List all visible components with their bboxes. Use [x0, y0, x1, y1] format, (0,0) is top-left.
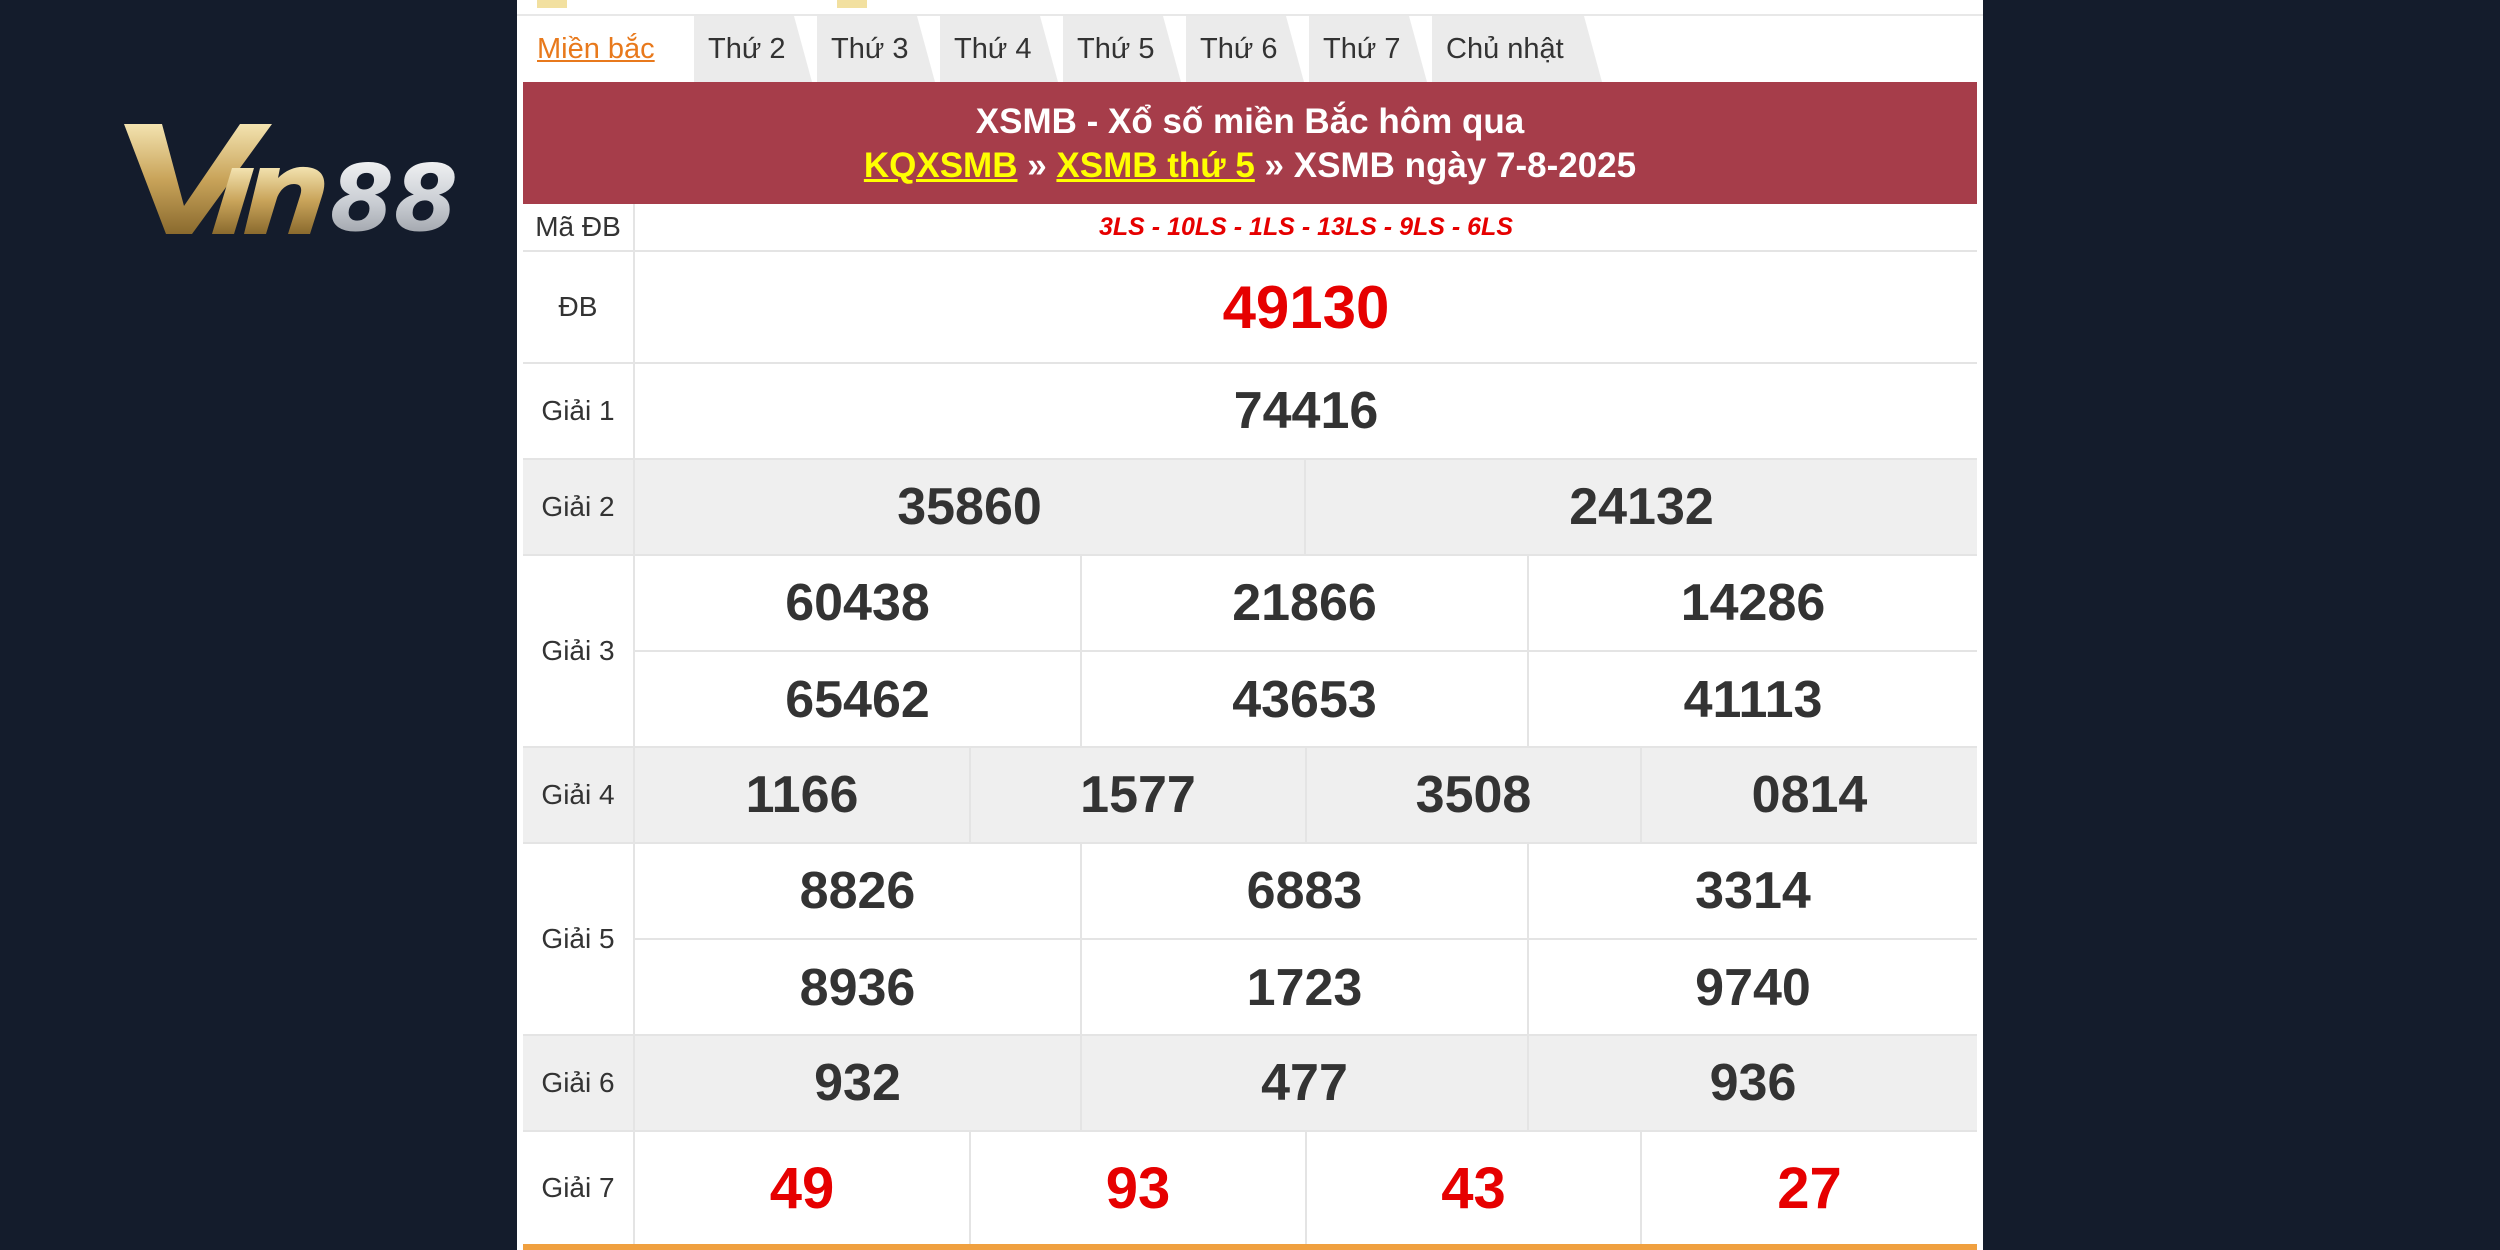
- prize-number: 35860: [635, 460, 1306, 554]
- row-giai-2: Giải 2 35860 24132: [523, 460, 1977, 556]
- prize-number: 932: [635, 1036, 1082, 1130]
- banner-date: XSMB ngày 7-8-2025: [1293, 146, 1637, 185]
- row-label: Giải 6: [523, 1036, 635, 1130]
- banner-title: XSMB - Xổ số miền Bắc hôm qua: [975, 102, 1525, 141]
- breadcrumb-separator: »: [1017, 146, 1057, 185]
- prize-number: 41113: [1683, 671, 1823, 729]
- link-xsmb-thu-5[interactable]: XSMB thứ 5: [1056, 146, 1254, 185]
- row-giai-6: Giải 6 932 477 936: [523, 1036, 1977, 1132]
- prize-number: 8826: [635, 844, 1082, 938]
- row-label: Giải 2: [523, 460, 635, 554]
- day-tabs: Miền bắc Thứ 2 Thứ 3 Thứ 4 Thứ 5 Thứ 6 T…: [523, 16, 1975, 82]
- prize-number: 1166: [635, 748, 971, 842]
- tab-thu-6[interactable]: Thứ 6: [1186, 16, 1304, 82]
- tab-thu-4[interactable]: Thứ 4: [940, 16, 1058, 82]
- prize-number: 49130: [1222, 273, 1390, 341]
- row-label: Giải 4: [523, 748, 635, 842]
- row-giai-3: Giải 3 60438 21866 14286 65462 43653 411…: [523, 556, 1977, 748]
- row-label: Giải 3: [523, 556, 635, 746]
- prize-number: 936: [1709, 1054, 1797, 1112]
- row-giai-4: Giải 4 1166 1577 3508 0814: [523, 748, 1977, 844]
- row-label: Giải 7: [523, 1132, 635, 1244]
- ma-db-value: 3LS - 10LS - 1LS - 13LS - 9LS - 6LS: [1099, 212, 1513, 241]
- tab-thu-2[interactable]: Thứ 2: [694, 16, 812, 82]
- row-giai-5: Giải 5 8826 6883 3314 8936 1723 9740: [523, 844, 1977, 1036]
- link-kqxsmb[interactable]: KQXSMB: [864, 146, 1018, 185]
- prize-number: 43: [1307, 1132, 1642, 1244]
- prize-number: 43653: [1082, 652, 1529, 748]
- prize-number: 24132: [1569, 478, 1714, 536]
- row-label: Mã ĐB: [523, 204, 635, 250]
- row-giai-7: Giải 7 49 93 43 27: [523, 1132, 1977, 1244]
- prize-number: 1723: [1082, 940, 1529, 1036]
- tab-thu-5[interactable]: Thứ 5: [1063, 16, 1181, 82]
- prize-number: 477: [1082, 1036, 1529, 1130]
- top-accent-mark: [537, 0, 567, 8]
- top-accent-mark: [837, 0, 867, 8]
- prize-number: 3314: [1695, 862, 1811, 920]
- prize-number: 3508: [1307, 748, 1642, 842]
- row-label: ĐB: [523, 252, 635, 362]
- prize-number: 1577: [971, 748, 1307, 842]
- result-header-banner: XSMB - Xổ số miền Bắc hôm qua KQXSMB » X…: [523, 82, 1977, 204]
- vin88-logo: 88: [124, 124, 458, 243]
- row-dac-biet: ĐB 49130: [523, 252, 1977, 364]
- prize-number: 14286: [1680, 574, 1826, 632]
- svg-text:88: 88: [330, 145, 458, 243]
- tab-thu-3[interactable]: Thứ 3: [817, 16, 935, 82]
- tab-mien-bac[interactable]: Miền bắc: [523, 16, 683, 82]
- bottom-accent-bar: [523, 1244, 1977, 1250]
- lottery-panel: Miền bắc Thứ 2 Thứ 3 Thứ 4 Thứ 5 Thứ 6 T…: [517, 0, 1983, 1250]
- row-label: Giải 5: [523, 844, 635, 1034]
- prize-number: 21866: [1082, 556, 1529, 650]
- prize-number: 60438: [635, 556, 1082, 650]
- breadcrumb-separator: »: [1254, 146, 1294, 185]
- row-ma-db: Mã ĐB 3LS - 10LS - 1LS - 13LS - 9LS - 6L…: [523, 204, 1977, 252]
- prize-number: 9740: [1695, 959, 1811, 1017]
- tab-thu-7[interactable]: Thứ 7: [1309, 16, 1427, 82]
- banner-breadcrumb: KQXSMB » XSMB thứ 5 » XSMB ngày 7-8-2025: [523, 146, 1977, 186]
- prize-number: 8936: [635, 940, 1082, 1036]
- prize-number: 49: [635, 1132, 971, 1244]
- prize-number: 27: [1777, 1155, 1842, 1221]
- row-giai-1: Giải 1 74416: [523, 364, 1977, 460]
- prize-number: 65462: [635, 652, 1082, 748]
- prize-number: 93: [971, 1132, 1307, 1244]
- tab-chu-nhat[interactable]: Chủ nhật: [1432, 16, 1602, 82]
- prize-number: 74416: [1233, 382, 1379, 440]
- prize-number: 0814: [1751, 766, 1868, 824]
- row-label: Giải 1: [523, 364, 635, 458]
- prize-number: 6883: [1082, 844, 1529, 938]
